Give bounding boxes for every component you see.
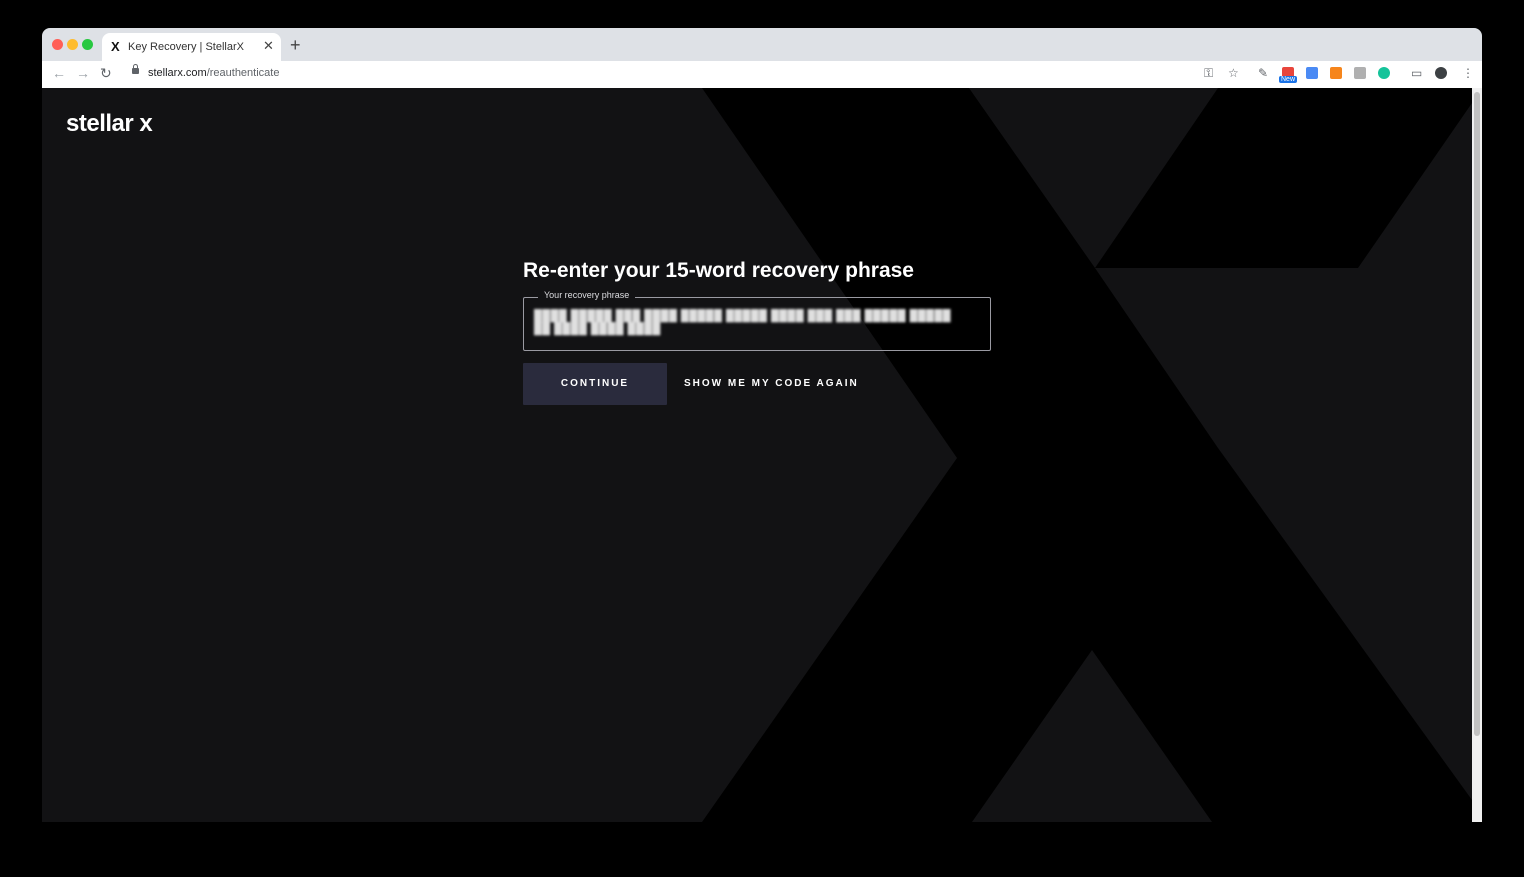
browser-toolbar: ← → ↻ stellarx.com/reauthenticate ⚿ ☆ ✎ … [42, 61, 1482, 89]
close-window-button[interactable] [52, 39, 63, 50]
metamask-fox-icon[interactable] [1330, 67, 1342, 79]
cast-icon[interactable]: ▭ [1411, 66, 1422, 80]
kebab-menu-icon[interactable]: ⋮ [1462, 66, 1474, 80]
address-bar[interactable]: stellarx.com/reauthenticate [148, 67, 279, 79]
stellarx-favicon-icon: X [111, 39, 120, 54]
tab-key-recovery[interactable]: X Key Recovery | StellarX ✕ [102, 33, 281, 61]
extension-pen-icon[interactable]: ✎ [1258, 66, 1268, 80]
new-tab-icon[interactable]: + [290, 35, 301, 56]
tab-title: Key Recovery | StellarX [128, 41, 244, 53]
recovery-phrase-label: Your recovery phrase [538, 290, 636, 300]
background-x-graphic [702, 88, 1472, 822]
close-tab-icon[interactable]: ✕ [263, 38, 274, 54]
key-icon[interactable]: ⚿ [1204, 66, 1213, 81]
star-icon[interactable]: ☆ [1228, 66, 1239, 80]
profile-avatar-icon[interactable] [1435, 67, 1447, 79]
scrollbar-thumb[interactable] [1474, 92, 1480, 736]
url-host: stellarx.com [148, 67, 207, 79]
recovery-phrase-input[interactable]: ████ █████ ███ ████ █████ █████ ████ ███… [534, 310, 954, 336]
lock-icon[interactable] [132, 64, 139, 74]
reload-icon[interactable]: ↻ [100, 65, 112, 82]
stellarx-logo[interactable]: stellar x [66, 110, 153, 138]
minimize-window-button[interactable] [67, 39, 78, 50]
forward-arrow-icon[interactable]: → [76, 65, 90, 81]
scrollbar[interactable] [1472, 88, 1482, 822]
grammarly-icon[interactable] [1378, 67, 1390, 79]
page-viewport: stellar x Re-enter your 15-word recovery… [42, 88, 1472, 822]
browser-window: X Key Recovery | StellarX ✕ + ← → ↻ stel… [42, 28, 1482, 822]
extension-new-badge: New [1279, 76, 1298, 83]
recovery-phrase-field[interactable]: Your recovery phrase ████ █████ ███ ████… [523, 290, 991, 351]
maximize-window-button[interactable] [82, 39, 93, 50]
continue-button[interactable]: CONTINUE [523, 363, 667, 405]
back-arrow-icon[interactable]: ← [52, 65, 66, 81]
extension-blue-icon[interactable] [1306, 67, 1318, 79]
extension-gray-icon[interactable] [1354, 67, 1366, 79]
url-path: /reauthenticate [206, 67, 280, 79]
show-code-again-link[interactable]: SHOW ME MY CODE AGAIN [684, 378, 859, 389]
tab-strip: X Key Recovery | StellarX ✕ + [42, 28, 1482, 61]
page-title: Re-enter your 15-word recovery phrase [523, 259, 914, 282]
